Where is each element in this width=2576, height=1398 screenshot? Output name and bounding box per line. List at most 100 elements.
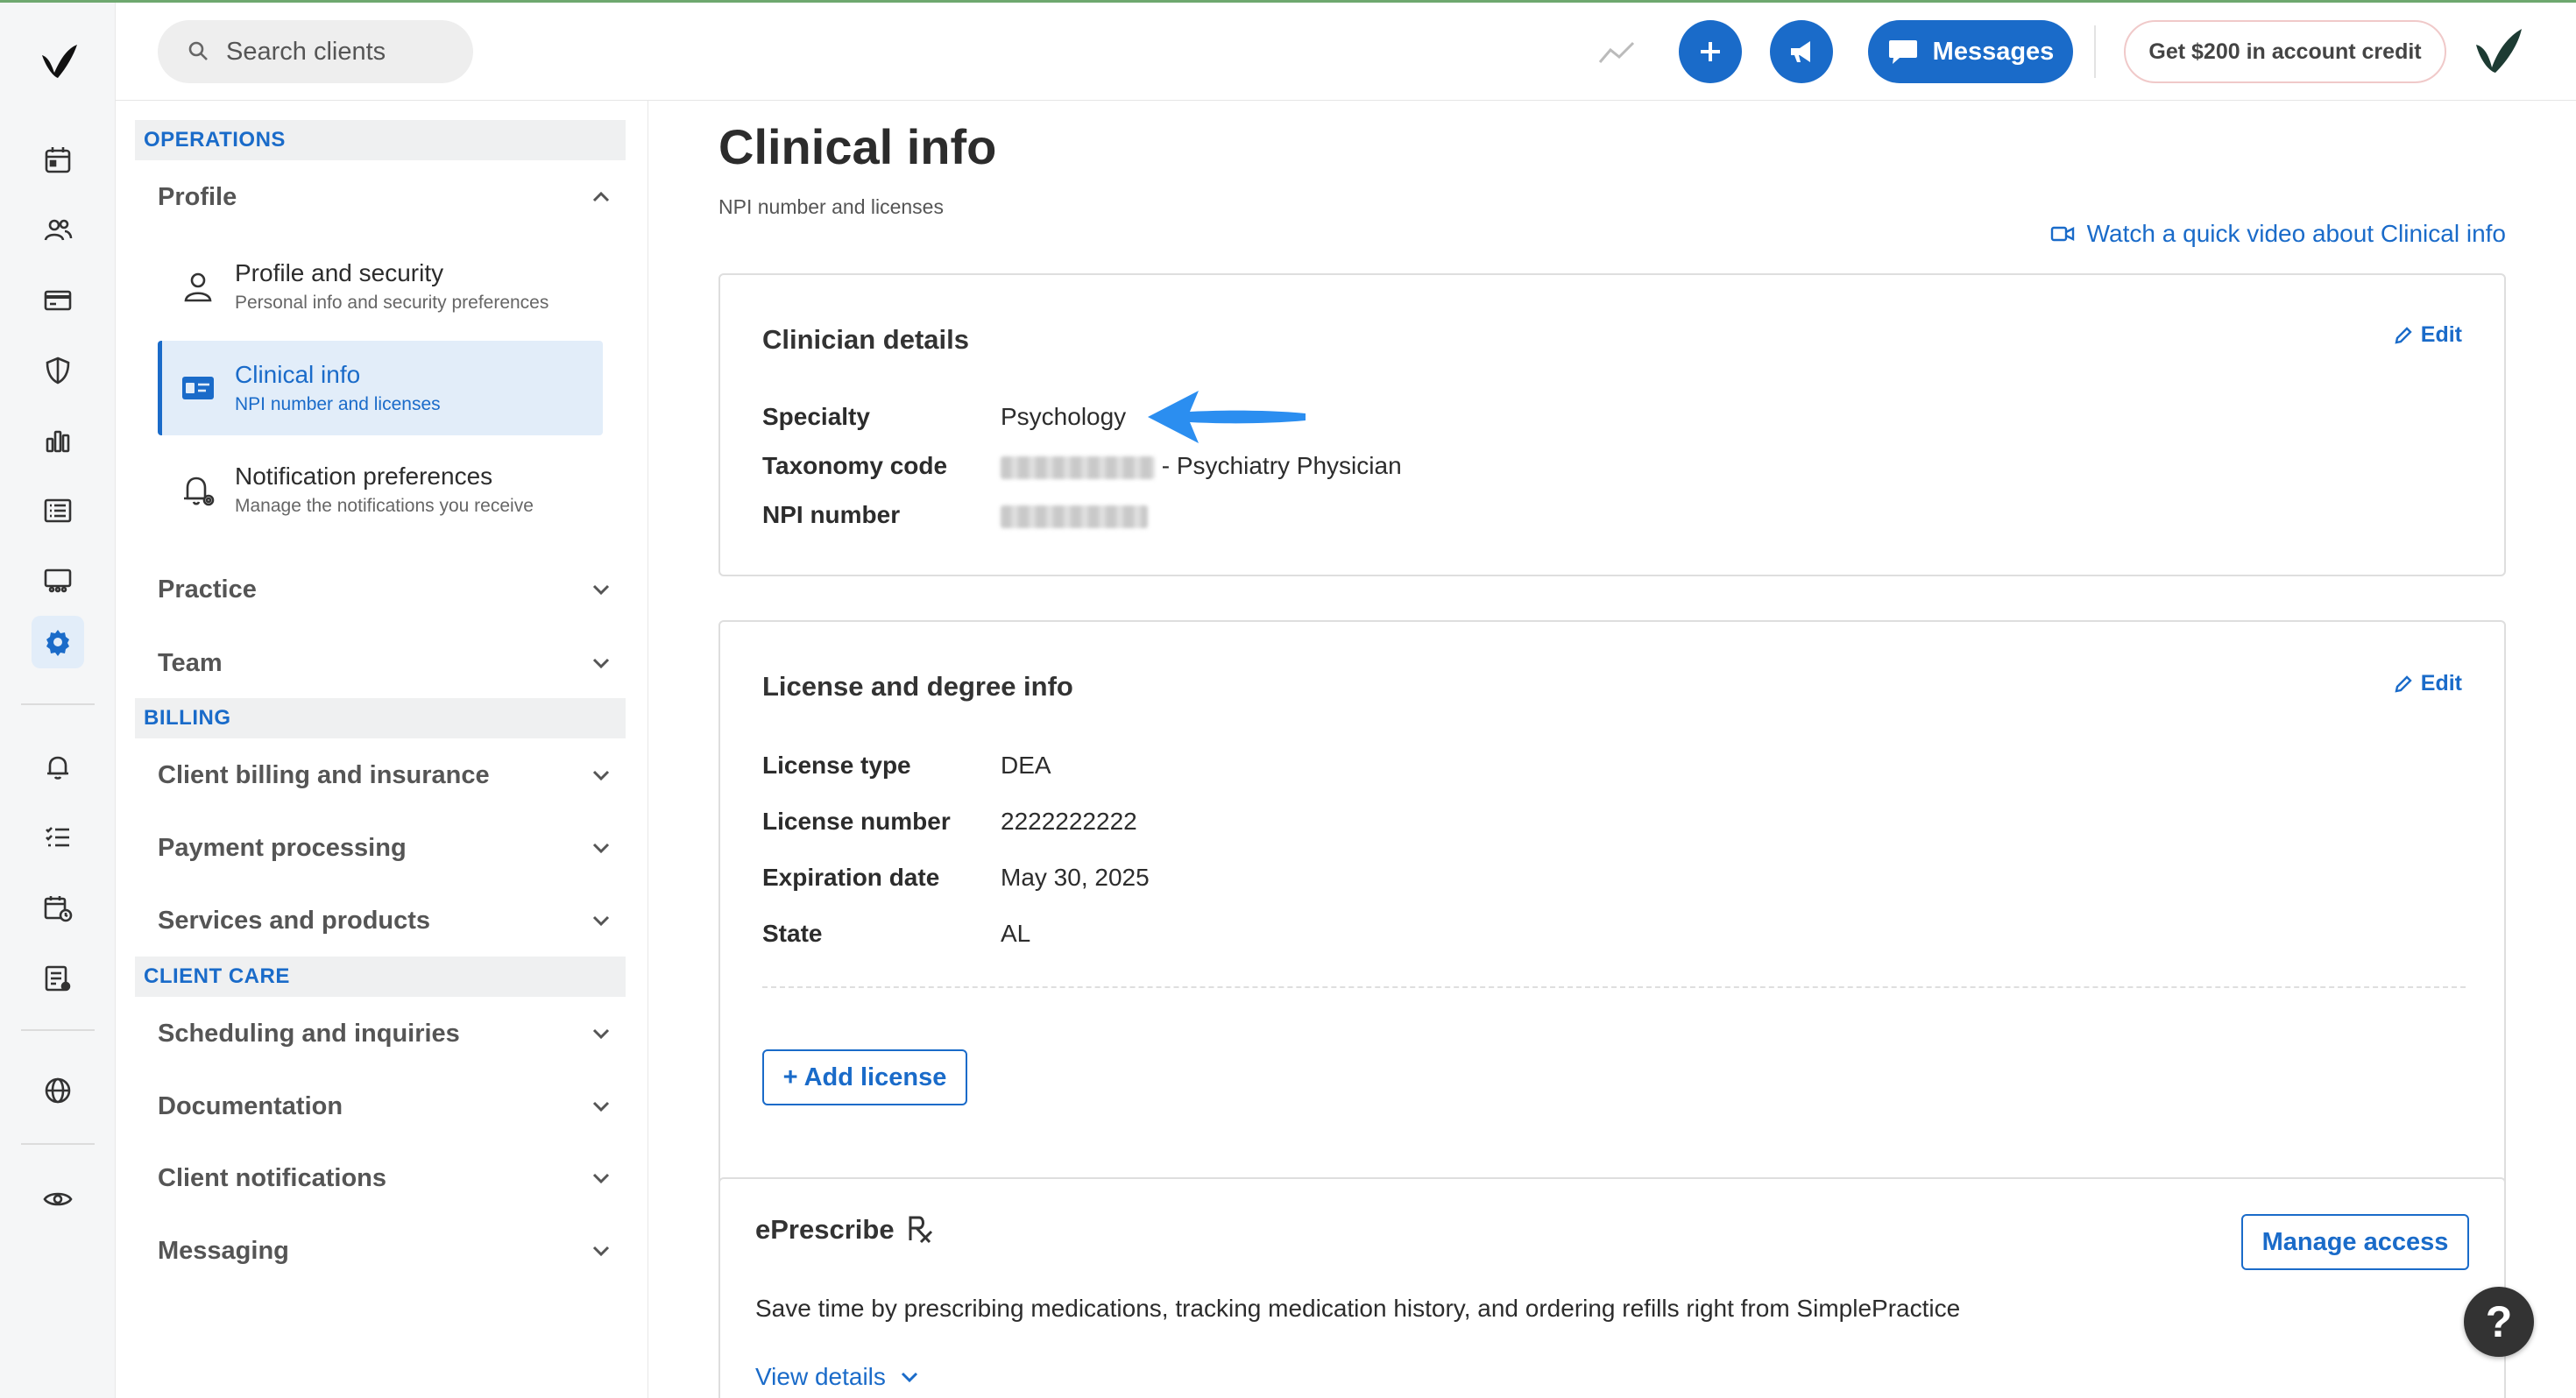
license-degree-card: License and degree info Edit License typ… (718, 620, 2506, 1238)
left-rail (0, 3, 116, 1398)
billing-card-icon[interactable] (32, 274, 84, 327)
analytics-icon[interactable] (32, 414, 84, 467)
sidebar-group-label: Messaging (158, 1236, 289, 1265)
documents-icon[interactable] (32, 952, 84, 1005)
edit-label: Edit (2420, 671, 2462, 695)
insurance-shield-icon[interactable] (32, 344, 84, 397)
plus-icon (1701, 42, 1720, 61)
pencil-icon (2395, 326, 2412, 344)
sidebar-item-subtitle: NPI number and licenses (235, 394, 441, 414)
edit-license-button[interactable]: Edit (2393, 671, 2462, 696)
sidebar-group-label: Scheduling and inquiries (158, 1019, 460, 1048)
sidebar-item-notification-preferences[interactable]: Notification preferences Manage the noti… (158, 442, 603, 537)
sidebar-group-client-billing[interactable]: Client billing and insurance (158, 749, 613, 801)
sidebar-group-team[interactable]: Team (158, 637, 613, 689)
card-title: ePrescribe (755, 1214, 937, 1246)
bell-settings-icon (184, 477, 215, 506)
sidebar-group-label: Practice (158, 575, 257, 604)
chevron-down-icon (592, 658, 610, 669)
help-button[interactable]: ? (2464, 1287, 2534, 1357)
page-title: Clinical info (718, 119, 997, 174)
sidebar-group-practice[interactable]: Practice (158, 563, 613, 616)
tasks-checklist-icon[interactable] (32, 810, 84, 863)
sidebar-group-label: Client notifications (158, 1163, 386, 1192)
sidebar-item-subtitle: Personal info and security preferences (235, 293, 549, 313)
messages-label: Messages (1932, 37, 2055, 66)
sidebar-group-payment-processing[interactable]: Payment processing (158, 822, 613, 874)
requests-calendar-icon[interactable] (32, 882, 84, 935)
sidebar-group-client-notifications[interactable]: Client notifications (158, 1152, 613, 1204)
sidebar-item-title: Profile and security (235, 259, 444, 286)
rail-divider (21, 1143, 95, 1145)
license-number-label: License number (762, 808, 951, 835)
announcements-button[interactable] (1770, 20, 1833, 83)
megaphone-icon (1791, 41, 1810, 62)
reminders-bell-icon[interactable] (32, 740, 84, 793)
sidebar-item-clinical-info[interactable]: Clinical info NPI number and licenses (158, 341, 603, 435)
calendar-icon[interactable] (32, 134, 84, 187)
settings-gear-icon[interactable] (32, 616, 84, 668)
sidebar-group-scheduling[interactable]: Scheduling and inquiries (158, 1007, 613, 1060)
chat-bubble-icon (1888, 40, 1917, 64)
license-type-label: License type (762, 752, 911, 779)
chevron-up-icon (592, 191, 610, 202)
chevron-down-icon (592, 1101, 610, 1112)
search-input[interactable]: Search clients (158, 20, 473, 83)
sidebar-group-label: Profile (158, 182, 237, 211)
chevron-down-icon (592, 843, 610, 854)
rail-divider (21, 703, 95, 705)
chevron-down-icon (592, 1173, 610, 1184)
chevron-down-icon (592, 1028, 610, 1040)
sidebar-group-label: Team (158, 648, 223, 677)
eprescribe-description: Save time by prescribing medications, tr… (755, 1295, 1961, 1322)
rx-prescription-icon (909, 1216, 932, 1244)
section-header-billing: BILLING (135, 698, 626, 738)
create-new-button[interactable] (1679, 20, 1742, 83)
website-globe-icon[interactable] (32, 1064, 84, 1117)
clinician-details-card: Clinician details Edit Specialty Psychol… (718, 273, 2506, 576)
account-credit-button[interactable]: Get $200 in account credit (2124, 20, 2446, 83)
search-icon (188, 41, 208, 60)
sidebar-item-title: Clinical info (235, 361, 361, 388)
sidebar-item-title: Notification preferences (235, 462, 493, 490)
clients-icon[interactable] (32, 204, 84, 257)
edit-label: Edit (2420, 322, 2462, 347)
card-title: License and degree info (762, 671, 1073, 702)
header-divider (2094, 25, 2096, 78)
sidebar-group-documentation[interactable]: Documentation (158, 1080, 613, 1133)
app-logo-icon[interactable] (35, 38, 81, 83)
main-content: Clinical info NPI number and licenses Wa… (648, 101, 2576, 1398)
activity-list-icon[interactable] (32, 484, 84, 537)
sidebar-group-profile[interactable]: Profile (158, 171, 613, 223)
npi-value (1001, 501, 1148, 529)
chevron-down-icon (592, 1246, 610, 1257)
chevron-down-icon (592, 584, 610, 596)
edit-clinician-button[interactable]: Edit (2393, 322, 2462, 348)
specialty-value: Psychology (1001, 403, 1127, 430)
chevron-down-icon (901, 1372, 917, 1383)
view-details-link[interactable]: View details (755, 1363, 921, 1391)
license-number-value: 2222222222 (1001, 808, 1137, 835)
add-license-button[interactable]: + Add license (762, 1049, 967, 1105)
profile-avatar-logo-icon[interactable] (2471, 25, 2525, 76)
messages-button[interactable]: Messages (1868, 20, 2073, 83)
taxonomy-value: - Psychiatry Physician (1001, 452, 1402, 480)
taxonomy-suffix: - Psychiatry Physician (1161, 452, 1402, 479)
sidebar-group-services-products[interactable]: Services and products (158, 894, 613, 947)
visibility-eye-icon[interactable] (32, 1173, 84, 1225)
manage-access-button[interactable]: Manage access (2241, 1214, 2469, 1270)
taxonomy-label: Taxonomy code (762, 452, 948, 479)
sidebar-item-profile-and-security[interactable]: Profile and security Personal info and s… (158, 239, 603, 334)
page-subtitle: NPI number and licenses (718, 195, 944, 218)
sidebar-group-label: Services and products (158, 906, 431, 935)
chevron-down-icon (592, 770, 610, 781)
sidebar-group-messaging[interactable]: Messaging (158, 1225, 613, 1277)
expiration-date-value: May 30, 2025 (1001, 864, 1150, 891)
trend-chart-icon[interactable] (1596, 32, 1637, 73)
client-portal-icon[interactable] (32, 554, 84, 607)
sidebar-item-subtitle: Manage the notifications you receive (235, 496, 534, 516)
watch-video-link[interactable]: Watch a quick video about Clinical info (2050, 220, 2506, 248)
state-label: State (762, 920, 823, 947)
person-icon (184, 272, 212, 302)
search-placeholder: Search clients (226, 37, 386, 66)
